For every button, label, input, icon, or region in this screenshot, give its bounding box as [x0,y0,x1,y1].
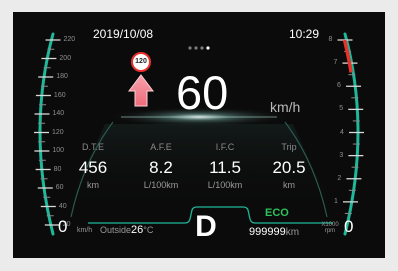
tachometer-arc [343,32,360,236]
odometer: 999999km [249,227,299,238]
outside-temp-value: 26 [131,224,144,236]
tachometer-tick-label: 2 [337,174,342,182]
speedometer-tick-label: 60 [55,184,64,191]
speedometer-tick-label: 220 [63,36,76,43]
outside-temp-unit: °C [143,225,154,235]
tachometer-tick-label: 6 [337,82,341,90]
tachometer-tick-label: 5 [339,105,344,113]
instrument-cluster: 2019/10/08 10:29 120 60 km/h D.T.E 456 km A… [13,12,385,258]
speed-unit: km/h [270,99,301,115]
speedometer-tick-label: 200 [59,54,72,62]
tachometer-unit: X1000 rpm [319,222,341,234]
tachometer-zero: 0 [344,217,354,236]
date-label: 2019/10/08 [93,27,154,41]
tachometer-tick-label: 8 [328,36,333,43]
gear-indicator: D [195,210,217,243]
up-arrow-icon [128,74,154,107]
stat-unit: km [283,180,295,190]
speedometer-tick-label: 100 [52,147,65,154]
outside-temp-label: Outside [100,225,132,235]
page-dot [194,46,198,50]
speedometer-unit: km/h [77,227,93,234]
speed-value: 60 [176,66,229,119]
page-dot [200,46,204,50]
odometer-value: 999999 [249,226,286,238]
outside-temp: Outside26°C [100,225,153,236]
stat-label: Trip [281,142,297,152]
page-dot [188,46,192,50]
page-dot-active [206,46,210,50]
speedometer-tick-label: 140 [52,110,65,117]
stat-value: 20.5 [272,158,306,177]
speedometer-tick-label: 80 [53,165,62,173]
tachometer-tick-label: 7 [333,59,338,67]
speedometer-tick-label: 120 [52,128,64,136]
speedometer-zero: 0 [58,217,68,236]
tachometer-tick-label: 4 [339,128,344,136]
speed-limit-value: 120 [135,58,147,65]
tachometer-tick-label: 3 [339,151,344,159]
tachometer-ticks [337,39,364,214]
eco-mode-badge: ECO [265,207,289,219]
tachometer-tick-label: 1 [334,197,338,205]
odometer-unit: km [285,227,300,238]
page-indicator [188,46,210,50]
time-label: 10:29 [289,27,320,41]
speedometer-tick-label: 180 [56,73,68,80]
speedometer-tick-label: 40 [58,202,67,210]
tachometer-unit-line2: rpm [324,228,336,234]
speedometer-tick-label: 160 [53,91,66,99]
